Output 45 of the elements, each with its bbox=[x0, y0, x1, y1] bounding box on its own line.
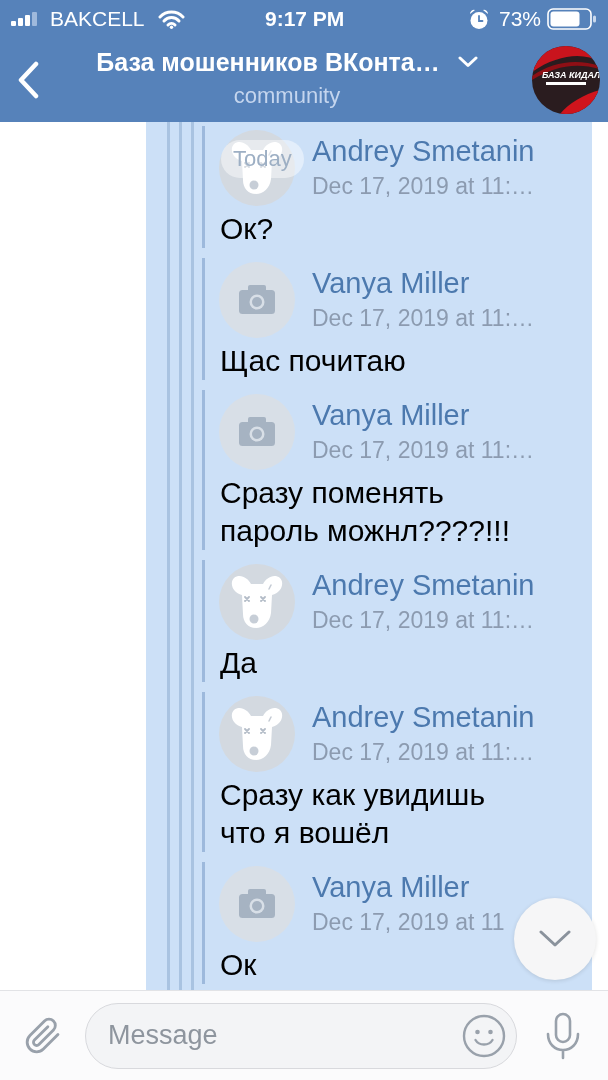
message-text: Ок? bbox=[219, 211, 275, 247]
chevron-down-icon[interactable] bbox=[457, 56, 478, 68]
message-text: Сразу как увидишь что я вошёл bbox=[219, 777, 487, 851]
microphone-icon bbox=[544, 1011, 581, 1060]
camera-avatar-icon bbox=[219, 262, 295, 338]
message-date: Dec 17, 2019 at 11:… bbox=[312, 304, 535, 333]
smiley-icon bbox=[462, 1013, 506, 1058]
alarm-clock-icon bbox=[467, 8, 490, 30]
logo-artwork-drawing bbox=[532, 46, 600, 114]
chevron-left-icon bbox=[17, 61, 39, 99]
message-text: Ок bbox=[219, 947, 258, 983]
author-name[interactable]: Vanya Miller bbox=[312, 399, 535, 431]
paperclip-icon bbox=[23, 1015, 62, 1056]
community-avatar[interactable]: БАЗА КИДАЛ bbox=[532, 46, 600, 114]
clock-time: 9:17 PM bbox=[265, 7, 345, 31]
dog-avatar-icon bbox=[219, 564, 295, 640]
camera-avatar-icon bbox=[219, 394, 295, 470]
chat-subtitle: community bbox=[233, 83, 341, 109]
camera-avatar-icon bbox=[219, 866, 295, 942]
wifi-icon bbox=[157, 9, 185, 29]
battery-icon bbox=[547, 8, 597, 30]
emoji-button[interactable] bbox=[462, 1013, 506, 1058]
chat-title[interactable]: База мошенников ВКонта… bbox=[96, 47, 440, 77]
message-date: Dec 17, 2019 at 11 bbox=[312, 908, 505, 937]
message-text: Щас почитаю bbox=[219, 343, 407, 379]
author-name[interactable]: Andrey Smetanin bbox=[312, 135, 535, 167]
author-name[interactable]: Vanya Miller bbox=[312, 871, 505, 903]
avatar-logo-text: БАЗА КИДАЛ bbox=[542, 70, 600, 80]
battery-percent: 73% bbox=[498, 7, 541, 31]
message-date: Dec 17, 2019 at 11:… bbox=[312, 172, 535, 201]
carrier-name: BAKCELL bbox=[50, 7, 145, 31]
author-name[interactable]: Andrey Smetanin bbox=[312, 701, 535, 733]
message-date: Dec 17, 2019 at 11:… bbox=[312, 738, 535, 767]
signal-icon bbox=[11, 12, 37, 26]
chevron-down-icon bbox=[539, 930, 571, 948]
message-text: Да bbox=[219, 645, 258, 681]
author-name[interactable]: Andrey Smetanin bbox=[312, 569, 535, 601]
message-text: Сразу поменять пароль можнл????!!! bbox=[219, 475, 511, 549]
dog-avatar-icon bbox=[219, 130, 295, 206]
message-input[interactable]: Message bbox=[85, 1002, 517, 1069]
message-date: Dec 17, 2019 at 11:… bbox=[312, 606, 535, 635]
message-date: Dec 17, 2019 at 11:… bbox=[312, 436, 535, 465]
author-name[interactable]: Vanya Miller bbox=[312, 267, 535, 299]
date-badge: Today bbox=[221, 140, 304, 178]
dog-avatar-icon bbox=[219, 696, 295, 772]
